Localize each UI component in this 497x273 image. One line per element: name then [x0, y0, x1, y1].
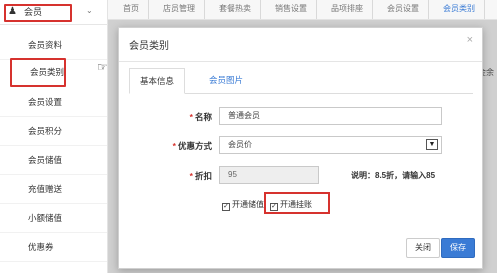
sidebar-item-recharge-gift[interactable]: 充值赠送	[0, 175, 107, 204]
sidebar-header[interactable]: ♟ 会员 ⌄	[0, 0, 108, 25]
save-button[interactable]: 保存	[441, 238, 475, 258]
sidebar-item-member-category[interactable]: 会员类别	[10, 58, 66, 87]
close-icon[interactable]: ×	[467, 34, 473, 46]
tab-member-settings[interactable]: 会员设置	[378, 0, 429, 19]
name-row: * 名称 普通会员	[119, 107, 482, 127]
hand-pointer-icon: ☞	[97, 60, 108, 74]
sidebar-item-member-settings[interactable]: 会员设置	[0, 88, 107, 117]
tab-basic-info[interactable]: 基本信息	[129, 68, 186, 94]
name-label: * 名称	[189, 112, 212, 122]
sidebar-item-coupon[interactable]: 优惠券	[0, 233, 107, 262]
discount-label: * 折扣	[189, 171, 212, 181]
check-icon: ✓	[222, 203, 230, 211]
close-button[interactable]: 关闭	[406, 238, 440, 258]
chevron-down-icon[interactable]: ⌄	[86, 6, 93, 15]
tab-member-image[interactable]: 会员图片	[199, 68, 253, 94]
discount-method-select[interactable]: 会员价 ▼	[219, 136, 442, 154]
sidebar-header-label: 会员	[24, 7, 43, 17]
tab-home[interactable]: 首页	[114, 0, 149, 19]
check-icon: ✓	[270, 203, 278, 211]
chevron-down-icon: ▼	[426, 139, 438, 150]
name-input[interactable]: 普通会员	[219, 107, 442, 125]
enable-stored-value-checkbox[interactable]: ✓ 开通储值	[222, 199, 264, 211]
sidebar-item-member-stored-value[interactable]: 会员储值	[0, 146, 107, 175]
discount-input[interactable]: 95	[219, 166, 319, 184]
discount-method-row: * 优惠方式 会员价 ▼	[119, 136, 482, 156]
discount-method-value: 会员价	[228, 140, 252, 149]
discount-method-label: * 优惠方式	[172, 141, 212, 151]
member-category-dialog: 会员类别 × 基本信息 会员图片 * 名称 普通会员 * 优惠方式 会员价 ▼ * 折…	[118, 27, 483, 269]
users-icon: ♟	[8, 6, 17, 17]
tab-sales-settings[interactable]: 销售设置	[266, 0, 317, 19]
discount-hint: 说明：8.5折，请输入85	[351, 171, 436, 180]
left-sidebar: ♟ 会员 ⌄ 会员资料 会员类别 会员设置 会员积分 会员储值 充值赠送 小额储…	[0, 0, 108, 273]
discount-row: * 折扣 95 说明：8.5折，请输入85	[119, 166, 482, 186]
tab-member-category[interactable]: 会员类别	[434, 0, 485, 19]
tab-item-seating[interactable]: 品项排座	[322, 0, 373, 19]
dialog-title: 会员类别	[129, 41, 169, 52]
enable-credit-checkbox[interactable]: ✓ 开通挂账	[270, 199, 312, 211]
title-divider	[119, 61, 482, 62]
sidebar-item-member-points[interactable]: 会员积分	[0, 117, 107, 146]
top-tab-bar: 首页 店员管理 套餐热卖 销售设置 品项排座 会员设置 会员类别	[108, 0, 497, 20]
tab-combo-hot-sale[interactable]: 套餐热卖	[210, 0, 261, 19]
sidebar-item-small-stored-value[interactable]: 小额储值	[0, 204, 107, 233]
sidebar-item-member-profile[interactable]: 会员资料	[0, 31, 107, 60]
options-row: ✓ 开通储值 ✓ 开通挂账	[119, 192, 482, 215]
tab-staff-management[interactable]: 店员管理	[154, 0, 205, 19]
dialog-tabs: 基本信息 会员图片	[129, 68, 473, 94]
